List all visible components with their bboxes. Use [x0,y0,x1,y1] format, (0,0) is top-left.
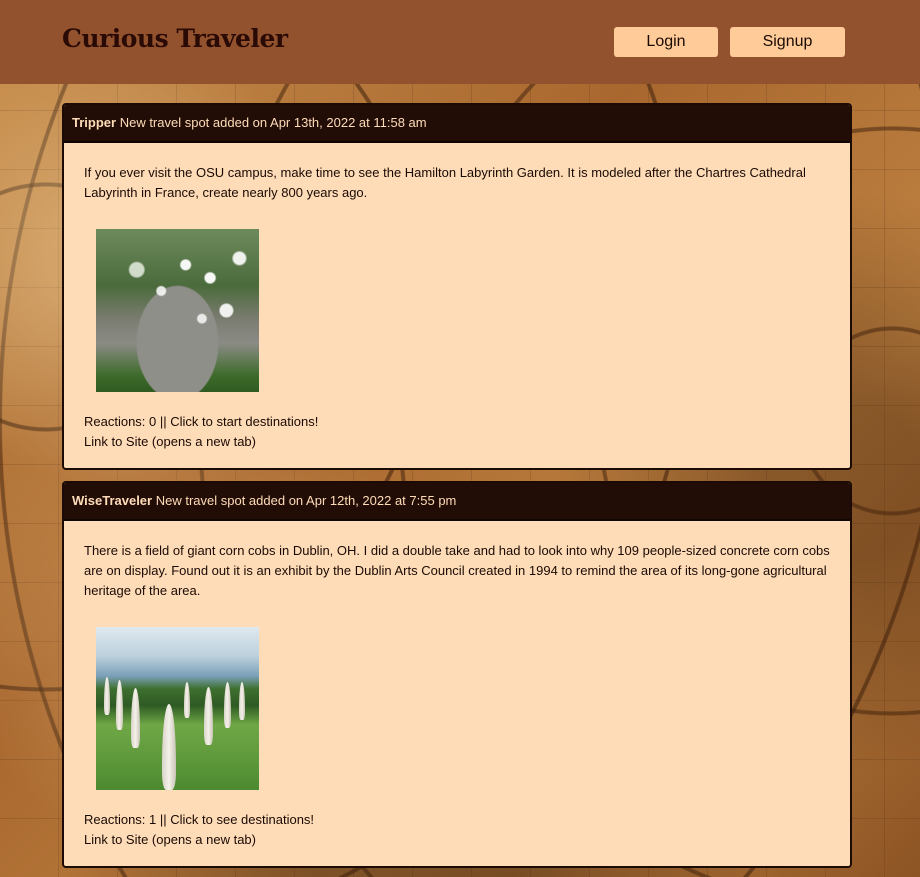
post-body: There is a field of giant corn cobs in D… [64,521,850,850]
corn-cob-shape [104,677,110,715]
corn-cob-shape [184,682,190,718]
reactions-link[interactable]: Reactions: 1 || Click to see destination… [84,810,830,830]
post-description: There is a field of giant corn cobs in D… [84,543,830,598]
navbar: Curious Traveler Login Signup [0,0,920,84]
post-meta: New travel spot added on Apr 13th, 2022 … [119,115,427,130]
post-body: If you ever visit the OSU campus, make t… [64,143,850,452]
corn-cob-shape [131,688,140,748]
corn-cob-shape [162,704,176,790]
post-author: Tripper [72,115,117,130]
corn-cob-shape [239,682,245,720]
post-photo [96,229,259,392]
post-author: WiseTraveler [72,493,153,508]
post-photo [96,627,259,790]
post-description: If you ever visit the OSU campus, make t… [84,165,806,200]
post-card: WiseTraveler New travel spot added on Ap… [62,481,852,868]
corn-cob-shape [224,682,231,728]
login-button[interactable]: Login [614,27,718,57]
reactions-link[interactable]: Reactions: 0 || Click to start destinati… [84,412,830,432]
site-link[interactable]: Link to Site (opens a new tab) [84,830,830,850]
site-link[interactable]: Link to Site (opens a new tab) [84,432,830,452]
corn-cob-shape [116,680,123,730]
site-title[interactable]: Curious Traveler [62,24,288,53]
post-card: Tripper New travel spot added on Apr 13t… [62,103,852,470]
signup-button[interactable]: Signup [730,27,845,57]
post-header: Tripper New travel spot added on Apr 13t… [64,105,850,143]
corn-cob-shape [204,687,213,745]
post-meta: New travel spot added on Apr 12th, 2022 … [155,493,457,508]
post-header: WiseTraveler New travel spot added on Ap… [64,483,850,521]
